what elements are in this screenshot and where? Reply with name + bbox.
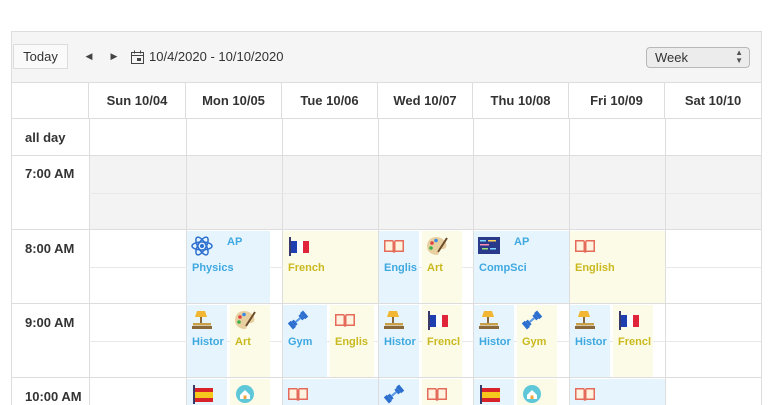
open-book-icon bbox=[575, 240, 595, 253]
dumbbell-icon bbox=[287, 310, 309, 330]
home-globe-icon bbox=[523, 385, 541, 403]
open-book-icon bbox=[288, 388, 308, 401]
open-book-icon bbox=[384, 240, 404, 253]
event-spanish[interactable] bbox=[474, 379, 514, 405]
event-title: Physics bbox=[192, 262, 234, 274]
event-gym[interactable] bbox=[379, 379, 419, 405]
event-french[interactable]: Frencl bbox=[422, 305, 462, 377]
column-header[interactable]: Sat 10/10 bbox=[665, 83, 761, 119]
column-header[interactable]: Thu 10/08 bbox=[473, 83, 569, 119]
event-title: French bbox=[288, 262, 325, 274]
event-french[interactable]: Frencl bbox=[613, 305, 653, 377]
view-select-value: Week bbox=[655, 50, 688, 65]
event-title: Art bbox=[427, 262, 443, 274]
time-label: 9:00 AM bbox=[25, 315, 75, 330]
lamp-books-icon bbox=[479, 311, 499, 329]
event-history[interactable]: Histor bbox=[379, 305, 419, 377]
event-title: Frencl bbox=[618, 336, 652, 348]
event-english[interactable]: Englis bbox=[330, 305, 374, 377]
event-title-top: AP bbox=[514, 236, 530, 248]
event-title: English bbox=[575, 262, 615, 274]
time-label: 10:00 AM bbox=[25, 389, 82, 404]
event-title: Gym bbox=[288, 336, 313, 348]
dumbbell-icon bbox=[383, 384, 405, 404]
home-globe-icon bbox=[236, 385, 254, 403]
french-flag-icon bbox=[289, 237, 309, 256]
event-english[interactable] bbox=[283, 379, 378, 405]
event-history[interactable]: Histor bbox=[570, 305, 610, 377]
event-title-top: AP bbox=[227, 236, 243, 248]
triangle-right-icon[interactable]: ▶ bbox=[103, 44, 125, 69]
row-divider bbox=[12, 303, 761, 304]
lamp-books-icon bbox=[575, 311, 595, 329]
french-flag-icon bbox=[428, 311, 448, 330]
event-title: Englis bbox=[335, 336, 369, 348]
event-history[interactable]: Histor bbox=[187, 305, 227, 377]
event-art[interactable]: Art bbox=[230, 305, 270, 377]
event-english[interactable]: English bbox=[570, 231, 665, 303]
column-header[interactable]: Mon 10/05 bbox=[186, 83, 282, 119]
french-flag-icon bbox=[619, 311, 639, 330]
time-label: 7:00 AM bbox=[25, 166, 75, 181]
select-arrows-icon: ▲ ▼ bbox=[735, 48, 743, 65]
row-divider bbox=[12, 377, 761, 378]
triangle-left-icon[interactable]: ◀ bbox=[78, 44, 100, 69]
all-day-label: all day bbox=[25, 130, 66, 145]
week-scheduler: Today ◀ ▶ 10/4/2020 - 10/10/2020 Week ▲ ▼… bbox=[11, 31, 762, 405]
event-title: Histor bbox=[575, 336, 607, 348]
lamp-books-icon bbox=[192, 311, 212, 329]
open-book-icon bbox=[427, 388, 447, 401]
event-french[interactable]: French bbox=[283, 231, 378, 303]
event-english[interactable] bbox=[570, 379, 665, 405]
palette-icon bbox=[427, 237, 448, 255]
code-screen-icon bbox=[478, 237, 500, 254]
event-title: Histor bbox=[192, 336, 224, 348]
event-title: Frencl bbox=[427, 336, 461, 348]
event-gym[interactable]: Gym bbox=[517, 305, 557, 377]
event-english[interactable] bbox=[422, 379, 462, 405]
event-title: Histor bbox=[384, 336, 416, 348]
event-title: CompSci bbox=[479, 262, 527, 274]
column-header[interactable]: Tue 10/06 bbox=[282, 83, 378, 119]
column-header[interactable]: Fri 10/09 bbox=[569, 83, 665, 119]
event-ap-physics[interactable]: AP Physics bbox=[187, 231, 270, 303]
day-divider bbox=[89, 119, 90, 405]
event-title: Gym bbox=[522, 336, 547, 348]
event-ap-compsci[interactable]: AP CompSci bbox=[474, 231, 569, 303]
atom-icon bbox=[191, 236, 213, 256]
calendar-icon[interactable] bbox=[131, 50, 144, 64]
spanish-flag-icon bbox=[480, 385, 500, 404]
open-book-icon bbox=[575, 388, 595, 401]
corner-cell bbox=[12, 83, 89, 119]
event-gym[interactable]: Gym bbox=[283, 305, 327, 377]
spanish-flag-icon bbox=[193, 385, 213, 404]
event-english[interactable]: Englis bbox=[379, 231, 419, 303]
event-art[interactable]: Art bbox=[422, 231, 462, 303]
column-header[interactable]: Wed 10/07 bbox=[378, 83, 473, 119]
column-header[interactable]: Sun 10/04 bbox=[89, 83, 186, 119]
palette-icon bbox=[235, 311, 256, 329]
row-divider bbox=[12, 229, 761, 230]
day-divider bbox=[665, 119, 666, 405]
event-title: Art bbox=[235, 336, 251, 348]
view-select[interactable]: Week ▲ ▼ bbox=[646, 47, 750, 68]
lamp-books-icon bbox=[384, 311, 404, 329]
open-book-icon bbox=[335, 314, 355, 327]
row-divider bbox=[12, 155, 761, 156]
event-title: Histor bbox=[479, 336, 511, 348]
event-geography[interactable] bbox=[230, 379, 270, 405]
event-title: Englis bbox=[384, 262, 418, 274]
event-geography[interactable] bbox=[517, 379, 557, 405]
event-history[interactable]: Histor bbox=[474, 305, 514, 377]
date-range[interactable]: 10/4/2020 - 10/10/2020 bbox=[149, 49, 283, 64]
today-button[interactable]: Today bbox=[13, 44, 68, 69]
half-hour-divider bbox=[89, 193, 761, 194]
event-spanish[interactable] bbox=[187, 379, 227, 405]
dumbbell-icon bbox=[521, 310, 543, 330]
time-label: 8:00 AM bbox=[25, 241, 75, 256]
scheduler-toolbar: Today ◀ ▶ 10/4/2020 - 10/10/2020 Week ▲ ▼ bbox=[12, 32, 761, 83]
